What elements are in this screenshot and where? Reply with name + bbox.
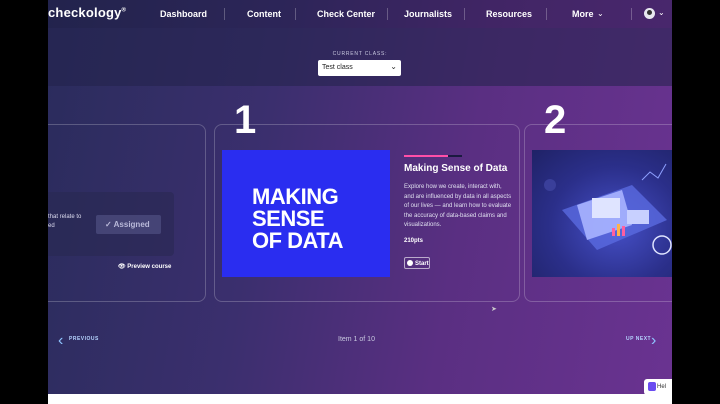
nav-divider (464, 8, 465, 20)
title-accent-rule-end (448, 155, 462, 157)
nav-divider (295, 8, 296, 20)
current-class-label: CURRENT CLASS: (332, 51, 388, 57)
nav-content[interactable]: Content (247, 9, 281, 19)
course-points: 210pts (404, 238, 424, 244)
thumb-title-line: MAKING (252, 184, 339, 209)
thumb-title-line: OF DATA (252, 228, 344, 253)
nav-check-center[interactable]: Check Center (317, 9, 375, 19)
check-icon: ✓ (105, 220, 114, 229)
nav-divider (631, 8, 632, 20)
chevron-down-icon: ⌄ (390, 62, 397, 71)
class-selector-band (48, 28, 672, 86)
assigned-button[interactable]: ✓ Assigned (96, 215, 161, 234)
previous-arrow-icon[interactable]: ‹ (58, 332, 63, 350)
nav-more[interactable]: More (572, 9, 594, 19)
data-illustration (544, 163, 672, 255)
page-footer-edge (48, 394, 672, 404)
help-shield-icon (648, 382, 656, 391)
thumb-title-line: SENSE (252, 206, 325, 231)
app-viewport: checkology® Dashboard Content Check Cent… (48, 0, 672, 404)
preview-course-link[interactable]: 👁 Preview course (118, 263, 171, 270)
nav-dashboard[interactable]: Dashboard (160, 9, 207, 19)
mouse-cursor-icon: ➤ (491, 306, 497, 313)
course-thumbnail-next[interactable] (532, 150, 672, 277)
nav-divider (224, 8, 225, 20)
eye-icon: 👁 (118, 264, 128, 270)
current-class-select[interactable]: Test class ⌄ (318, 60, 401, 76)
nav-journalists[interactable]: Journalists (404, 9, 452, 19)
nav-divider (546, 8, 547, 20)
left-letterbox (0, 0, 48, 404)
current-class-value: Test class (322, 64, 353, 71)
user-avatar-icon[interactable] (644, 8, 655, 19)
nav-resources[interactable]: Resources (486, 9, 532, 19)
card-description-partial: that relate to ed (48, 214, 82, 229)
course-description: Explore how we create, interact with, an… (404, 184, 512, 228)
top-nav: checkology® Dashboard Content Check Cent… (48, 0, 672, 28)
pagination-status: Item 1 of 10 (338, 336, 375, 343)
previous-link[interactable]: PREVIOUS (69, 336, 99, 342)
more-chevron-down-icon[interactable]: ⌄ (597, 9, 604, 18)
play-icon (407, 260, 413, 266)
course-thumbnail[interactable]: MAKING SENSE OF DATA (222, 150, 390, 277)
course-title: Making Sense of Data (404, 163, 508, 174)
logo[interactable]: checkology® (48, 5, 126, 20)
nav-divider (387, 8, 388, 20)
start-button[interactable]: Start (404, 257, 430, 269)
account-chevron-down-icon[interactable]: ⌄ (658, 8, 665, 17)
up-next-link[interactable]: UP NEXT (626, 336, 651, 342)
next-arrow-icon[interactable]: › (651, 332, 656, 350)
right-letterbox (672, 0, 720, 404)
